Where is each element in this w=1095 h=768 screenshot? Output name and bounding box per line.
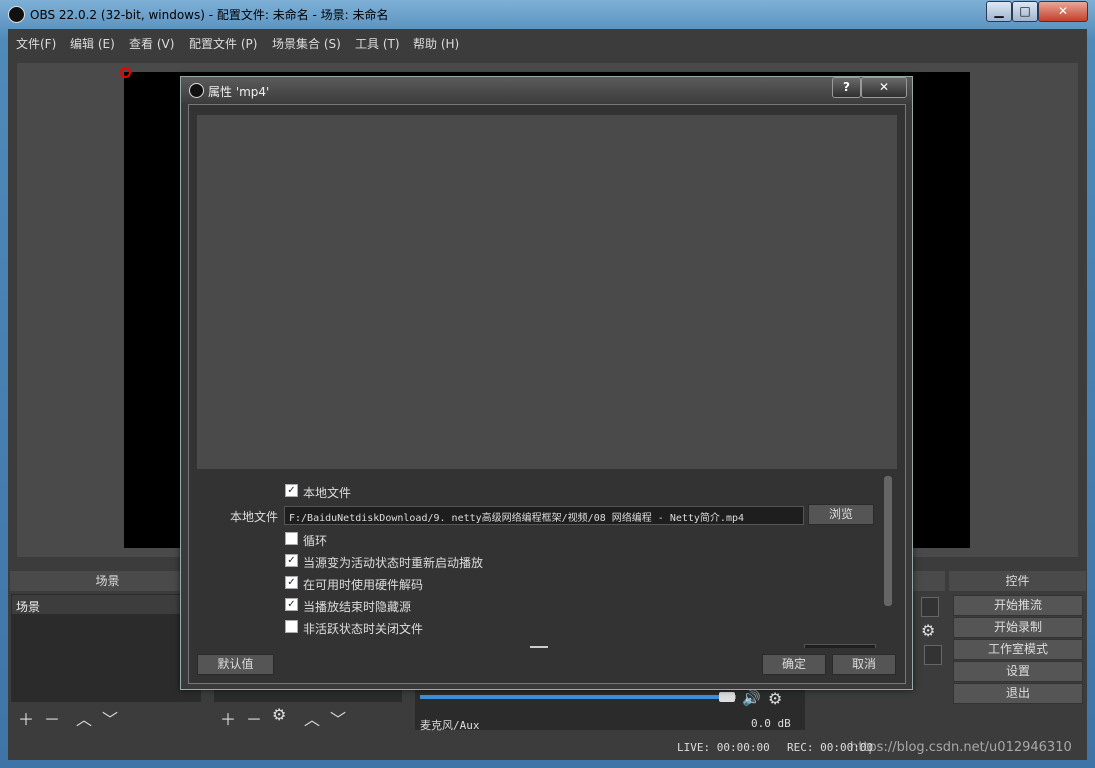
close-when-inactive-label: 非活跃状态时关闭文件 <box>303 622 424 636</box>
source-settings-gear-icon[interactable]: ⚙ <box>272 705 286 724</box>
exit-button[interactable]: 退出 <box>953 683 1083 704</box>
audio-level: 0.0 dB <box>751 717 791 730</box>
scene-down-icon[interactable]: ﹀ <box>102 706 118 730</box>
local-file-label: 本地文件 <box>230 510 279 524</box>
volume-slider-track[interactable] <box>420 695 736 699</box>
dialog-scrollbar[interactable] <box>884 476 892 606</box>
restart-on-activate-label: 当源变为活动状态时重新启动播放 <box>303 556 484 570</box>
dialog-title: 属性 'mp4' <box>208 85 270 99</box>
dialog-help-button[interactable]: ? <box>832 77 861 98</box>
scene-item-label: 场景 <box>16 600 41 614</box>
loop-label: 循环 <box>303 534 328 548</box>
window-title: OBS 22.0.2 (32-bit, windows) - 配置文件: 未命名… <box>30 8 389 22</box>
scene-up-icon[interactable]: ︿ <box>76 706 92 730</box>
dialog-close-button[interactable]: ✕ <box>861 77 907 98</box>
source-up-icon[interactable]: ︿ <box>304 706 320 730</box>
defaults-button[interactable]: 默认值 <box>197 654 274 675</box>
source-remove-icon[interactable]: － <box>246 706 262 730</box>
audio-source-name: 麦克风/Aux <box>420 719 480 732</box>
transition-dock-edge <box>913 571 945 591</box>
menu-scene-collection[interactable]: 场景集合 (S) <box>272 35 341 52</box>
menu-profile[interactable]: 配置文件 (P) <box>189 35 257 52</box>
hardware-decoding-label: 在可用时使用硬件解码 <box>303 578 424 592</box>
start-streaming-button[interactable]: 开始推流 <box>953 595 1083 616</box>
menu-help[interactable]: 帮助 (H) <box>413 35 459 52</box>
menu-edit[interactable]: 编辑 (E) <box>70 35 115 52</box>
restart-on-activate-checkbox[interactable]: ✓ <box>285 554 298 567</box>
settings-button[interactable]: 设置 <box>953 661 1083 682</box>
ok-button[interactable]: 确定 <box>762 654 826 675</box>
loop-checkbox[interactable] <box>285 532 298 545</box>
scene-add-icon[interactable]: ＋ <box>18 706 34 730</box>
mixer-gear-icon[interactable]: ⚙ <box>768 689 782 708</box>
menu-bar: 文件(F) 编辑 (E) 查看 (V) 配置文件 (P) 场景集合 (S) 工具… <box>8 29 1087 55</box>
maximize-button[interactable]: □ <box>1012 1 1038 22</box>
source-add-icon[interactable]: ＋ <box>220 706 236 730</box>
scene-remove-icon[interactable]: － <box>44 706 60 730</box>
duration-spin-icon[interactable] <box>921 597 939 617</box>
local-file-path-field[interactable]: F:/BaiduNetdiskDownload/9. netty高级网络编程框架… <box>284 506 804 525</box>
scenes-dock-title: 场景 <box>10 571 205 591</box>
close-button[interactable]: ✕ <box>1038 1 1088 22</box>
menu-tools[interactable]: 工具 (T) <box>355 35 400 52</box>
volume-slider-fill <box>420 695 736 699</box>
speed-slider-handle[interactable] <box>530 646 548 648</box>
source-handle-icon[interactable] <box>120 67 131 78</box>
hardware-decoding-checkbox[interactable]: ✓ <box>285 576 298 589</box>
volume-slider-handle[interactable] <box>719 692 735 702</box>
speed-row-clipped <box>198 642 884 648</box>
menu-view[interactable]: 查看 (V) <box>129 35 174 52</box>
controls-dock-title: 控件 <box>949 571 1086 591</box>
sources-list[interactable] <box>214 690 402 702</box>
local-file-checkbox[interactable]: ✓ <box>285 484 298 497</box>
scene-item[interactable] <box>12 595 200 614</box>
transition-gear-icon[interactable]: ⚙ <box>921 621 935 640</box>
cancel-button[interactable]: 取消 <box>832 654 896 675</box>
dialog-obs-logo-icon <box>189 83 204 98</box>
start-recording-button[interactable]: 开始录制 <box>953 617 1083 638</box>
watermark: https://blog.csdn.net/u012946310 <box>850 740 1072 755</box>
menu-file[interactable]: 文件(F) <box>16 35 56 52</box>
title-bar: OBS 22.0.2 (32-bit, windows) - 配置文件: 未命名… <box>0 0 1095 28</box>
local-file-check-label: 本地文件 <box>303 486 352 500</box>
close-when-inactive-checkbox[interactable] <box>285 620 298 633</box>
source-down-icon[interactable]: ﹀ <box>330 706 346 730</box>
transition-spin-icon[interactable] <box>924 645 942 665</box>
obs-logo-icon <box>8 6 25 23</box>
minimize-button[interactable]: ▁ <box>986 1 1012 22</box>
browse-button[interactable]: 浏览 <box>808 504 874 525</box>
dialog-preview <box>197 115 897 469</box>
studio-mode-button[interactable]: 工作室模式 <box>953 639 1083 660</box>
speed-spinbox[interactable] <box>804 644 876 648</box>
speaker-icon[interactable]: 🔊 <box>742 689 761 707</box>
live-status: LIVE: 00:00:00 <box>677 741 770 754</box>
hide-on-end-label: 当播放结束时隐藏源 <box>303 600 412 614</box>
hide-on-end-checkbox[interactable]: ✓ <box>285 598 298 611</box>
dialog-title-bar: 属性 'mp4' ? ✕ <box>181 77 912 103</box>
